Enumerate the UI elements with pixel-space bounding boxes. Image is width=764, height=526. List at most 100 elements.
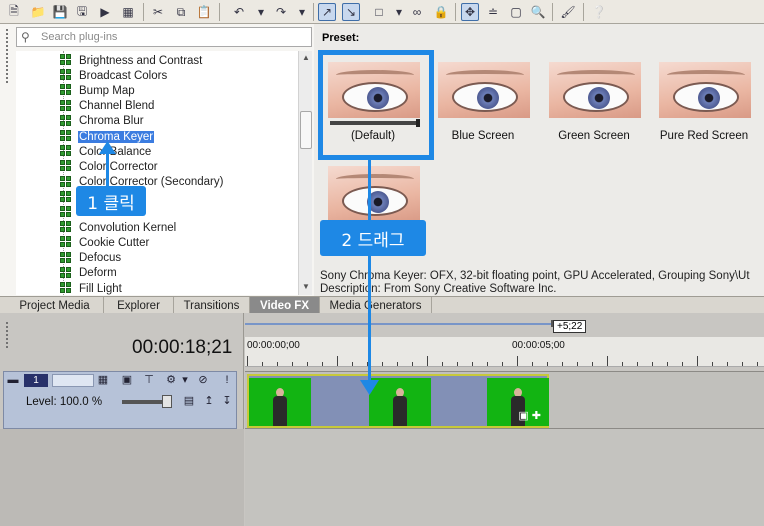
tree-scrollbar[interactable]: ▲ ▼ [298,51,312,295]
selection-tool-icon[interactable]: □ [370,3,388,21]
new-file-icon[interactable]: 🗎 [5,3,23,21]
fx-plugin-icon [60,251,73,265]
settings-icon[interactable]: ⚙ [164,373,178,387]
track-fx-icon[interactable]: ▣ [120,373,134,387]
search-input[interactable]: ⚲ Search plug-ins [16,27,312,47]
plugin-item[interactable]: Bump Map [60,83,136,98]
redo-dropdown-icon[interactable]: ▾ [293,3,311,21]
time-ruler[interactable]: +5;22 00:00:00;00 00:00:05;00 [245,313,764,371]
undo-icon[interactable]: ↶ [230,3,248,21]
level-slider[interactable] [122,395,172,408]
panel-grip-icon[interactable] [5,56,9,84]
toolbar-separator [219,3,220,21]
solo-icon[interactable]: ! [220,373,234,387]
track-motion-icon[interactable]: ▦ [96,373,110,387]
preset-item[interactable]: Pure Red Screen [653,56,755,156]
ruler-tick [607,356,608,366]
region-icon[interactable]: ▢ [507,3,525,21]
track-up-icon[interactable]: ↥ [202,394,216,408]
help-icon[interactable]: ❔ [590,3,608,21]
plugin-item[interactable]: Chroma Blur [60,114,145,129]
track-down-icon[interactable]: ↧ [220,394,234,408]
plugin-item[interactable]: Deform [60,266,118,281]
collapse-track-icon[interactable]: ▬ [6,373,20,387]
video-clip[interactable]: ▣ ✚ [247,374,549,428]
video-track-lane[interactable]: ▣ ✚ [245,371,764,429]
ruler-tick [577,362,578,366]
preset-item[interactable]: Blue Screen [432,56,534,156]
plugin-item[interactable]: Fill Light [60,281,123,295]
compositing-mode-icon[interactable]: ⊤ [142,373,156,387]
video-track-header[interactable]: ▬ 1 ▦ ▣ ⊤ ⚙ ▾ ⊘ ! Level: 100.0 % ▤ ↥ ↧ [3,371,237,429]
fx-plugin-icon [60,54,73,67]
scroll-thumb[interactable] [300,111,312,149]
tab-transitions[interactable]: Transitions [174,297,250,314]
fx-plugin-icon [60,221,73,234]
plugin-item[interactable]: Defocus [60,251,122,266]
panel-grip-icon[interactable] [5,28,9,56]
properties-icon[interactable]: ▦ [119,3,137,21]
plugin-item[interactable]: Broadcast Colors [60,68,168,83]
undo-dropdown-icon[interactable]: ▾ [252,3,270,21]
step1-arrow [106,152,109,186]
plugin-tree: Brightness and Contrast Broadcast Colors B… [16,51,298,295]
open-icon[interactable]: 📁 [29,3,47,21]
ruler-tick [307,362,308,366]
render-icon[interactable]: ▶ [96,3,114,21]
tab-media-generators[interactable]: Media Generators [320,297,432,314]
plugin-item[interactable]: Color Corrector [60,159,159,174]
search-icon: ⚲ [21,30,30,44]
redo-icon[interactable]: ↷ [272,3,290,21]
plugin-description: Description: From Sony Creative Software… [320,283,557,295]
settings-dropdown-icon[interactable]: ▾ [178,373,192,387]
empty-track-header-area [0,429,244,526]
fx-plugin-icon [60,145,73,158]
tab-project-media[interactable]: Project Media [6,297,104,314]
panel-grip-icon[interactable] [5,321,9,349]
plugin-item-label: Deform [79,267,117,280]
tab-explorer[interactable]: Explorer [104,297,174,314]
plugin-item[interactable]: Convolution Kernel [60,220,177,235]
preset-item[interactable]: Green Screen [543,56,645,156]
selection-dropdown-icon[interactable]: ▾ [390,3,408,21]
scroll-up-icon[interactable]: ▲ [301,53,311,63]
save-as-icon[interactable]: 🖫 [73,3,91,21]
step2-arrowhead-icon [360,380,379,395]
track-name-field[interactable] [52,374,94,387]
paint-brush-icon[interactable]: 🖌 [559,3,577,21]
cursor-timecode: 00:00:18;21 [132,337,233,358]
snapping-icon[interactable]: ✥ [461,3,479,21]
eye-thumbnail [438,62,530,118]
envelope-tool-icon[interactable]: ↘ [342,3,360,21]
plugin-item[interactable]: Channel Blend [60,99,155,114]
ruler-tick [742,362,743,366]
level-slider-knob[interactable] [162,395,172,408]
level-label: Level: 100.0 % [26,396,103,408]
copy-icon[interactable]: ⧉ [172,3,190,21]
plugin-item-label: Bump Map [79,84,135,97]
auto-crossfade-icon[interactable]: ≐ [484,3,502,21]
track-fx-chain-icon[interactable]: ▤ [182,394,196,408]
lock-icon[interactable]: 🔒 [432,3,450,21]
eye-thumbnail [659,62,751,118]
paste-icon[interactable]: 📋 [195,3,213,21]
plugin-item[interactable]: Brightness and Contrast [60,53,203,68]
normal-edit-tool-icon[interactable]: ↗ [318,3,336,21]
tab-video-fx[interactable]: Video FX [250,297,320,314]
ruler-tick [502,362,503,366]
clip-fx-icon[interactable]: ▣ ✚ [518,409,541,422]
person-figure [271,388,289,426]
ruler-tick [292,362,293,366]
mute-icon[interactable]: ⊘ [196,373,210,387]
zoom-icon[interactable]: 🔍 [529,3,547,21]
plugin-item-label: Convolution Kernel [79,221,177,234]
plugin-item[interactable]: Cookie Cutter [60,235,150,250]
preset-name: Green Screen [558,130,630,142]
ruler-ticks[interactable]: 00:00:00;00 00:00:05;00 [245,337,764,367]
save-icon[interactable]: 💾 [51,3,69,21]
cut-icon[interactable]: ✂ [149,3,167,21]
group-icon[interactable]: ∞ [408,3,426,21]
scroll-down-icon[interactable]: ▼ [301,282,311,292]
fx-plugin-icon [60,190,73,204]
loop-region-bar[interactable] [245,323,551,325]
